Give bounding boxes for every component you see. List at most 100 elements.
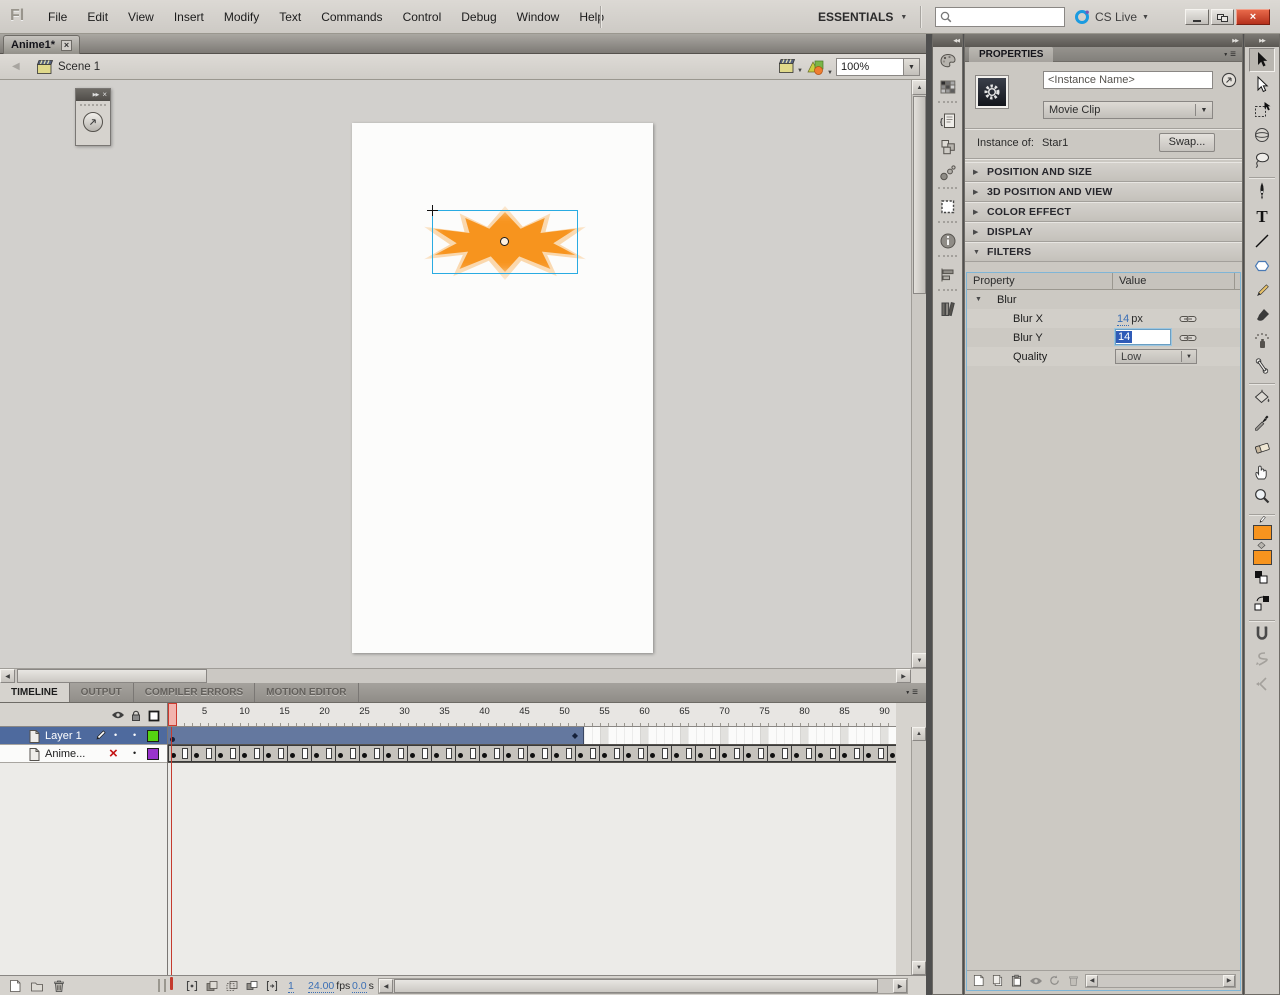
keyframe-group[interactable] bbox=[768, 745, 792, 762]
minimize-button[interactable] bbox=[1185, 9, 1209, 25]
layer-lock-dot[interactable]: • bbox=[133, 748, 136, 758]
frame-ruler[interactable]: 5 10 15 20 25 30 35 40 45 50 55 60 65 70 75 80 85 90 bbox=[168, 703, 896, 727]
restore-button[interactable] bbox=[1211, 9, 1234, 25]
zoom-tool[interactable] bbox=[1249, 485, 1275, 509]
search-input[interactable] bbox=[953, 9, 1053, 25]
empty-frames[interactable] bbox=[584, 727, 896, 744]
scroll-left-icon[interactable]: ◀ bbox=[379, 979, 393, 993]
filters-scrollbar[interactable]: ◀ ▶ bbox=[1085, 973, 1236, 988]
panel-menu-icon[interactable]: ▼ ≡ bbox=[905, 687, 918, 698]
info-panel-icon[interactable] bbox=[936, 229, 960, 253]
lasso-tool[interactable] bbox=[1249, 148, 1275, 172]
swap-colors-control[interactable] bbox=[1249, 591, 1275, 615]
scrollbar-thumb[interactable] bbox=[913, 96, 926, 294]
edit-class-arrow-icon[interactable] bbox=[1221, 72, 1237, 88]
free-transform-tool[interactable] bbox=[1249, 98, 1275, 122]
layer1-frames[interactable]: ◆ bbox=[168, 727, 896, 745]
collapse-triangle-icon[interactable]: ▼ bbox=[975, 296, 982, 303]
line-tool[interactable] bbox=[1249, 229, 1275, 253]
outline-all-layers-icon[interactable] bbox=[148, 710, 160, 722]
tab-timeline[interactable]: TIMELINE bbox=[0, 683, 70, 702]
anime-frames[interactable] bbox=[168, 745, 896, 763]
pencil-tool[interactable] bbox=[1249, 279, 1275, 303]
new-folder-button[interactable] bbox=[30, 979, 44, 993]
keyframe-group[interactable] bbox=[648, 745, 672, 762]
scrollbar-thumb[interactable] bbox=[17, 669, 207, 683]
back-arrow-icon[interactable]: ◀ bbox=[12, 61, 20, 72]
keyframe-group[interactable] bbox=[888, 745, 896, 762]
add-filter-icon[interactable] bbox=[971, 973, 986, 988]
center-frame-icon[interactable] bbox=[185, 979, 199, 993]
menu-file[interactable]: File bbox=[38, 0, 77, 34]
timeline-vertical-scrollbar[interactable]: ▲ ▼ bbox=[911, 727, 926, 975]
scene-label[interactable]: Scene 1 bbox=[58, 61, 100, 73]
keyframe-group[interactable] bbox=[672, 745, 696, 762]
stroke-color-swatch[interactable] bbox=[1252, 525, 1272, 540]
quality-row[interactable]: Quality Low ▼ bbox=[967, 347, 1240, 366]
scroll-right-icon[interactable]: ▶ bbox=[896, 669, 911, 683]
timeline-horizontal-scrollbar[interactable]: ◀ ▶ bbox=[378, 978, 908, 994]
layer-row-layer1[interactable]: Layer 1 • • bbox=[0, 727, 167, 745]
transform-panel-icon[interactable] bbox=[936, 195, 960, 219]
workspace-switcher[interactable]: ESSENTIALS ▼ bbox=[818, 0, 907, 34]
scroll-left-icon[interactable]: ◀ bbox=[0, 669, 15, 683]
collapse-to-icons-button[interactable]: ◀◀ bbox=[953, 38, 960, 44]
keyframe-group[interactable] bbox=[504, 745, 528, 762]
keyframe-group[interactable] bbox=[264, 745, 288, 762]
fill-color-swatch[interactable] bbox=[1249, 541, 1275, 565]
scroll-up-icon[interactable]: ▲ bbox=[912, 80, 926, 95]
swatches-panel-icon[interactable] bbox=[936, 75, 960, 99]
paint-bucket-tool[interactable] bbox=[1249, 385, 1275, 409]
launch-arrow-icon[interactable] bbox=[83, 112, 103, 132]
keyframe-group[interactable] bbox=[552, 745, 576, 762]
menu-help[interactable]: Help bbox=[569, 0, 614, 34]
stage-vertical-scrollbar[interactable]: ▲ ▼ bbox=[911, 80, 926, 668]
scroll-down-icon[interactable]: ▼ bbox=[912, 653, 926, 668]
tab-output[interactable]: OUTPUT bbox=[69, 683, 134, 702]
align-panel-icon[interactable] bbox=[936, 263, 960, 287]
keyframe-group[interactable] bbox=[360, 745, 384, 762]
keyframe-group[interactable] bbox=[624, 745, 648, 762]
keyframe-group[interactable] bbox=[240, 745, 264, 762]
filter-group-row[interactable]: ▼ Blur bbox=[967, 290, 1240, 309]
menu-view[interactable]: View bbox=[118, 0, 164, 34]
menu-modify[interactable]: Modify bbox=[214, 0, 269, 34]
keyframe-group[interactable] bbox=[816, 745, 840, 762]
paste-filters-icon[interactable] bbox=[1009, 973, 1024, 988]
menu-debug[interactable]: Debug bbox=[451, 0, 506, 34]
pasteboard[interactable]: ▶▶ × ▲ ▼ bbox=[0, 80, 926, 668]
menu-edit[interactable]: Edit bbox=[77, 0, 118, 34]
layer-lock-dot[interactable]: • bbox=[133, 730, 136, 740]
layer-name[interactable]: Anime... bbox=[45, 748, 85, 760]
zoom-level-select[interactable]: 100% ▼ bbox=[836, 58, 920, 76]
swap-button[interactable]: Swap... bbox=[1159, 133, 1215, 152]
keyframe-group[interactable] bbox=[456, 745, 480, 762]
black-white-control[interactable] bbox=[1249, 566, 1275, 590]
expand-panel-icon[interactable]: ▶▶ bbox=[93, 92, 100, 98]
keyframe-group[interactable] bbox=[288, 745, 312, 762]
layer-outline-color[interactable] bbox=[147, 748, 159, 760]
edit-multiple-frames-icon[interactable] bbox=[245, 979, 259, 993]
layer-visibility-dot[interactable]: • bbox=[114, 730, 117, 740]
components-panel-icon[interactable] bbox=[936, 135, 960, 159]
section-color-effect[interactable]: ▶ COLOR EFFECT bbox=[965, 202, 1242, 222]
close-icon[interactable]: × bbox=[102, 91, 107, 99]
motion-tween-span[interactable]: ◆ bbox=[168, 727, 584, 744]
modify-markers-icon[interactable] bbox=[265, 979, 279, 993]
smooth-tool[interactable] bbox=[1249, 647, 1275, 671]
filters-list[interactable]: Property Value ▼ Blur Blur X 14 px Blur Y… bbox=[966, 272, 1241, 991]
keyframe-group[interactable] bbox=[216, 745, 240, 762]
symbol-behavior-select[interactable]: Movie Clip ▼ bbox=[1043, 101, 1213, 119]
chevron-down-icon[interactable]: ▼ bbox=[903, 59, 919, 75]
stage-horizontal-scrollbar[interactable]: ◀ ▶ bbox=[0, 668, 926, 683]
delete-layer-button[interactable] bbox=[52, 979, 66, 993]
scroll-down-icon[interactable]: ▼ bbox=[912, 961, 926, 975]
keyframe-group[interactable] bbox=[744, 745, 768, 762]
scroll-right-icon[interactable]: ▶ bbox=[1223, 974, 1235, 987]
menu-window[interactable]: Window bbox=[507, 0, 570, 34]
expand-panels-button[interactable]: ▶▶ bbox=[1232, 38, 1239, 44]
frame-rate[interactable]: 24.00 fps bbox=[308, 980, 350, 993]
eraser-tool[interactable] bbox=[1249, 435, 1275, 459]
color-panel-icon[interactable] bbox=[936, 49, 960, 73]
selection-tool[interactable] bbox=[1249, 48, 1275, 72]
